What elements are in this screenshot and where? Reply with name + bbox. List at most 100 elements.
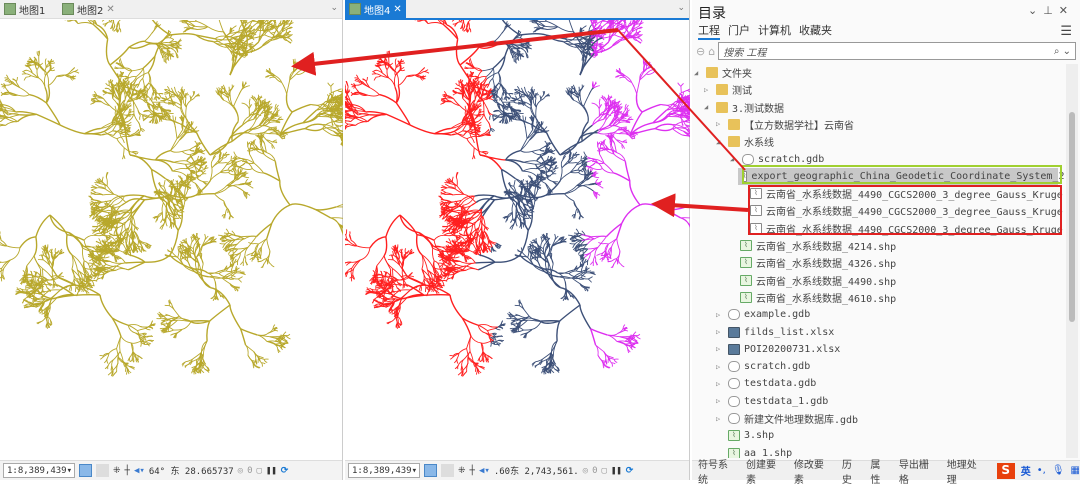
river-segment (248, 236, 257, 247)
river-segment (140, 116, 141, 120)
river-segment (227, 208, 228, 213)
river-segment (238, 187, 244, 191)
river-segment (190, 96, 191, 101)
river-segment (38, 298, 45, 299)
river-segment (119, 28, 120, 32)
river-segment (24, 77, 26, 80)
river-segment (282, 82, 287, 94)
river-segment (336, 203, 343, 207)
river-segment (138, 110, 143, 115)
river-segment (201, 257, 203, 263)
river-segment (176, 129, 177, 139)
river-segment (243, 256, 245, 262)
river-segment (229, 173, 235, 175)
river-segment (294, 59, 295, 64)
river-segment (123, 139, 125, 143)
river-segment (114, 20, 115, 25)
river-segment (16, 112, 37, 115)
river-segment (102, 177, 103, 182)
river-segment (305, 129, 322, 131)
river-segment (96, 278, 100, 281)
map-canvas-yunnan-rivers[interactable] (0, 20, 343, 460)
river-segment (190, 147, 195, 150)
river-segment (127, 125, 131, 126)
tab-map2[interactable]: 地图2✕ (58, 0, 119, 18)
river-segment (237, 20, 242, 21)
river-segment (148, 114, 152, 116)
river-segment (124, 195, 144, 196)
river-segment (6, 83, 12, 85)
river-segment (316, 210, 331, 218)
river-segment (220, 172, 228, 173)
river-segment (72, 255, 83, 267)
river-segment (134, 114, 138, 122)
river-segment (247, 185, 253, 189)
river-segment (186, 107, 187, 118)
river-segment (10, 248, 19, 260)
river-segment (286, 94, 292, 112)
river-segment (0, 121, 1, 122)
river-segment (269, 77, 275, 78)
map-icon (4, 3, 16, 15)
river-segment (156, 151, 171, 160)
river-segment (109, 349, 117, 354)
chevron-down-icon[interactable]: ⌄ (330, 3, 338, 13)
river-segment (45, 59, 46, 63)
river-segment (230, 275, 235, 277)
river-segment (243, 176, 249, 178)
river-segment (258, 261, 262, 262)
river-segment (8, 115, 19, 118)
river-segment (26, 76, 31, 77)
river-segment (201, 264, 203, 274)
river-segment (162, 203, 163, 213)
river-segment (185, 364, 189, 367)
river-segment (104, 218, 111, 219)
river-segment (140, 326, 148, 327)
river-segment (170, 38, 174, 40)
river-segment (246, 182, 252, 184)
river-segment (41, 317, 46, 322)
river-segment (214, 194, 224, 201)
river-segment (141, 247, 142, 253)
river-segment (0, 111, 1, 114)
river-segment (265, 35, 273, 38)
river-segment (57, 295, 74, 298)
river-segment (144, 33, 152, 41)
river-segment (27, 256, 34, 266)
river-segment (159, 316, 164, 317)
river-segment (331, 83, 334, 86)
tab-map1[interactable]: 地图1 (0, 0, 49, 18)
river-segment (128, 262, 145, 270)
river-segment (208, 27, 224, 32)
river-segment (139, 128, 141, 133)
close-icon[interactable]: ✕ (106, 4, 114, 15)
river-segment (84, 235, 94, 240)
river-segment (92, 188, 97, 190)
river-segment (179, 135, 185, 141)
river-segment (165, 92, 170, 93)
river-segment (131, 341, 140, 343)
river-segment (281, 342, 285, 343)
river-segment (323, 128, 337, 129)
river-segment (268, 259, 270, 264)
river-segment (36, 215, 50, 237)
river-segment (12, 79, 16, 81)
river-segment (242, 103, 246, 104)
river-segment (73, 72, 79, 74)
river-segment (259, 356, 264, 358)
river-segment (323, 129, 332, 135)
river-segment (125, 262, 145, 263)
river-segment (34, 256, 43, 269)
river-segment (115, 106, 116, 110)
river-segment (207, 321, 210, 341)
river-segment (238, 279, 241, 282)
river-segment (138, 356, 142, 359)
river-segment (197, 21, 208, 26)
river-segment (44, 76, 45, 88)
river-segment (256, 30, 266, 31)
map-icon (62, 3, 74, 15)
river-segment (186, 100, 190, 107)
river-segment (182, 151, 190, 154)
river-segment (99, 223, 103, 224)
river-segment (18, 95, 30, 96)
